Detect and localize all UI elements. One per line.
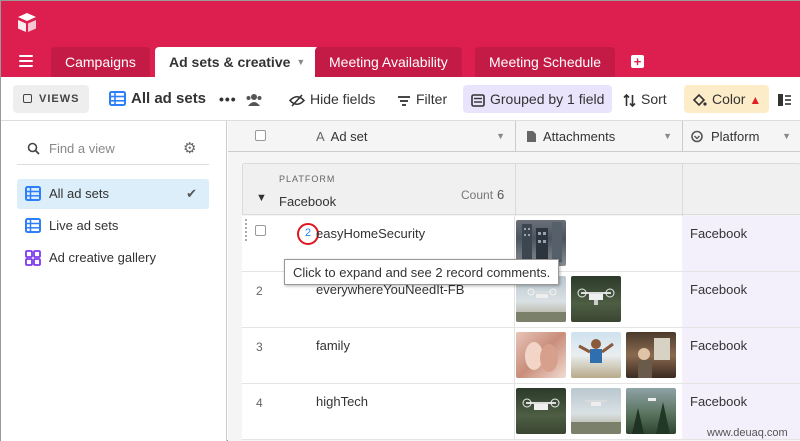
chevron-down-icon[interactable]: ▼ <box>496 121 505 152</box>
group-header-facebook[interactable]: PLATFORM ▼ Facebook Count 6 <box>242 163 800 216</box>
column-header-platform[interactable]: Platform ▼ <box>683 121 800 152</box>
tab-campaigns[interactable]: Campaigns <box>51 47 150 77</box>
find-view-placeholder: Find a view <box>49 141 115 156</box>
platform-cell[interactable]: Facebook <box>682 216 800 271</box>
ad-set-name[interactable]: highTech <box>316 394 368 409</box>
group-field-label: PLATFORM <box>279 174 336 184</box>
column-header-ad-set[interactable]: A Ad set ▼ <box>316 121 516 152</box>
row-height-icon[interactable] <box>773 85 800 113</box>
group-icon <box>471 94 485 107</box>
chevron-down-icon[interactable]: ▼ <box>663 121 672 152</box>
eye-slash-icon <box>288 94 306 107</box>
column-divider <box>514 328 515 384</box>
row-number: 3 <box>256 340 263 354</box>
single-select-icon <box>691 130 703 143</box>
select-all-header <box>228 121 316 152</box>
row-checkbox[interactable] <box>255 225 266 236</box>
attachments-cell[interactable] <box>516 388 681 436</box>
grid-view-icon <box>25 218 41 233</box>
table-row[interactable]: 3 family Facebook <box>242 328 800 384</box>
gear-icon[interactable]: ⚙ <box>183 139 196 157</box>
platform-cell[interactable]: Facebook <box>682 272 800 327</box>
grid-view-icon <box>109 91 126 106</box>
find-view-field[interactable]: Find a view ⚙ <box>17 131 209 165</box>
app-header <box>1 1 800 47</box>
filter-button[interactable]: Filter <box>389 85 455 113</box>
views-button[interactable]: VIEWS <box>13 85 90 113</box>
ad-set-name[interactable]: easyHomeSecurity <box>316 226 425 241</box>
paint-bucket-icon <box>692 93 707 107</box>
filter-icon <box>398 96 410 106</box>
attachment-thumbnail[interactable] <box>571 276 621 322</box>
search-icon <box>27 142 40 155</box>
attachments-cell[interactable] <box>516 332 681 380</box>
airtable-logo-icon[interactable] <box>15 11 39 35</box>
row-number: 2 <box>256 284 263 298</box>
attachment-thumbnail[interactable] <box>626 388 676 434</box>
collaborators-icon[interactable] <box>237 85 276 113</box>
column-divider <box>682 164 683 216</box>
attachment-thumbnail[interactable] <box>516 388 566 434</box>
column-divider <box>514 384 515 440</box>
views-sidebar: Find a view ⚙ All ad sets ✔ Live ad sets… <box>1 121 227 441</box>
sidebar-item-label: Live ad sets <box>49 218 119 233</box>
collapse-triangle-icon[interactable]: ▼ <box>256 192 267 204</box>
warning-icon: ▲ <box>749 93 762 107</box>
grid-view-icon <box>25 186 41 201</box>
color-button[interactable]: Color ▲ <box>684 85 770 113</box>
sort-icon <box>623 93 636 108</box>
attachment-icon <box>527 131 536 142</box>
gallery-icon <box>25 250 41 266</box>
table-tabs-bar: Campaigns Ad sets & creative ▼ Meeting Av… <box>1 47 800 77</box>
row-number: 4 <box>256 396 263 410</box>
tab-meeting-schedule[interactable]: Meeting Schedule <box>475 47 616 77</box>
comments-tooltip: Click to expand and see 2 record comment… <box>284 259 560 285</box>
sidebar-toggle-icon <box>23 94 32 103</box>
attachment-thumbnail[interactable] <box>626 332 676 378</box>
sort-button[interactable]: Sort <box>615 85 675 113</box>
drag-handle-icon[interactable] <box>245 219 251 241</box>
group-value: Facebook <box>279 194 337 209</box>
column-divider <box>515 164 516 216</box>
attachment-thumbnail[interactable] <box>516 332 566 378</box>
tab-ad-sets-creative[interactable]: Ad sets & creative ▼ <box>155 47 320 77</box>
sidebar-item-ad-creative-gallery[interactable]: Ad creative gallery <box>17 243 209 273</box>
chevron-down-icon[interactable]: ▼ <box>782 121 791 152</box>
view-toolbar: VIEWS All ad sets ••• Hide fields Filter… <box>1 77 800 121</box>
tab-meeting-availability[interactable]: Meeting Availability <box>315 47 462 77</box>
sidebar-item-all-ad-sets[interactable]: All ad sets ✔ <box>17 179 209 209</box>
platform-cell[interactable]: Facebook <box>682 328 800 383</box>
column-header-attachments[interactable]: Attachments ▼ <box>516 121 683 152</box>
menu-icon[interactable] <box>19 55 33 67</box>
text-field-icon: A <box>316 129 325 144</box>
current-view-name[interactable]: All ad sets <box>101 85 214 113</box>
group-count: Count 6 <box>461 187 505 202</box>
sidebar-item-live-ad-sets[interactable]: Live ad sets <box>17 211 209 241</box>
attachment-thumbnail[interactable] <box>571 332 621 378</box>
watermark-text: www.deuaq.com <box>707 427 788 439</box>
group-button[interactable]: Grouped by 1 field <box>463 85 613 113</box>
hide-fields-button[interactable]: Hide fields <box>281 85 383 113</box>
checkmark-icon: ✔ <box>186 186 197 201</box>
chevron-down-icon[interactable]: ▼ <box>296 57 305 67</box>
attachment-thumbnail[interactable] <box>571 388 621 434</box>
sidebar-item-label: All ad sets <box>49 186 109 201</box>
sidebar-item-label: Ad creative gallery <box>49 250 156 265</box>
select-all-checkbox[interactable] <box>255 130 266 141</box>
add-table-icon[interactable]: + <box>631 55 644 68</box>
ad-set-name[interactable]: family <box>316 338 350 353</box>
